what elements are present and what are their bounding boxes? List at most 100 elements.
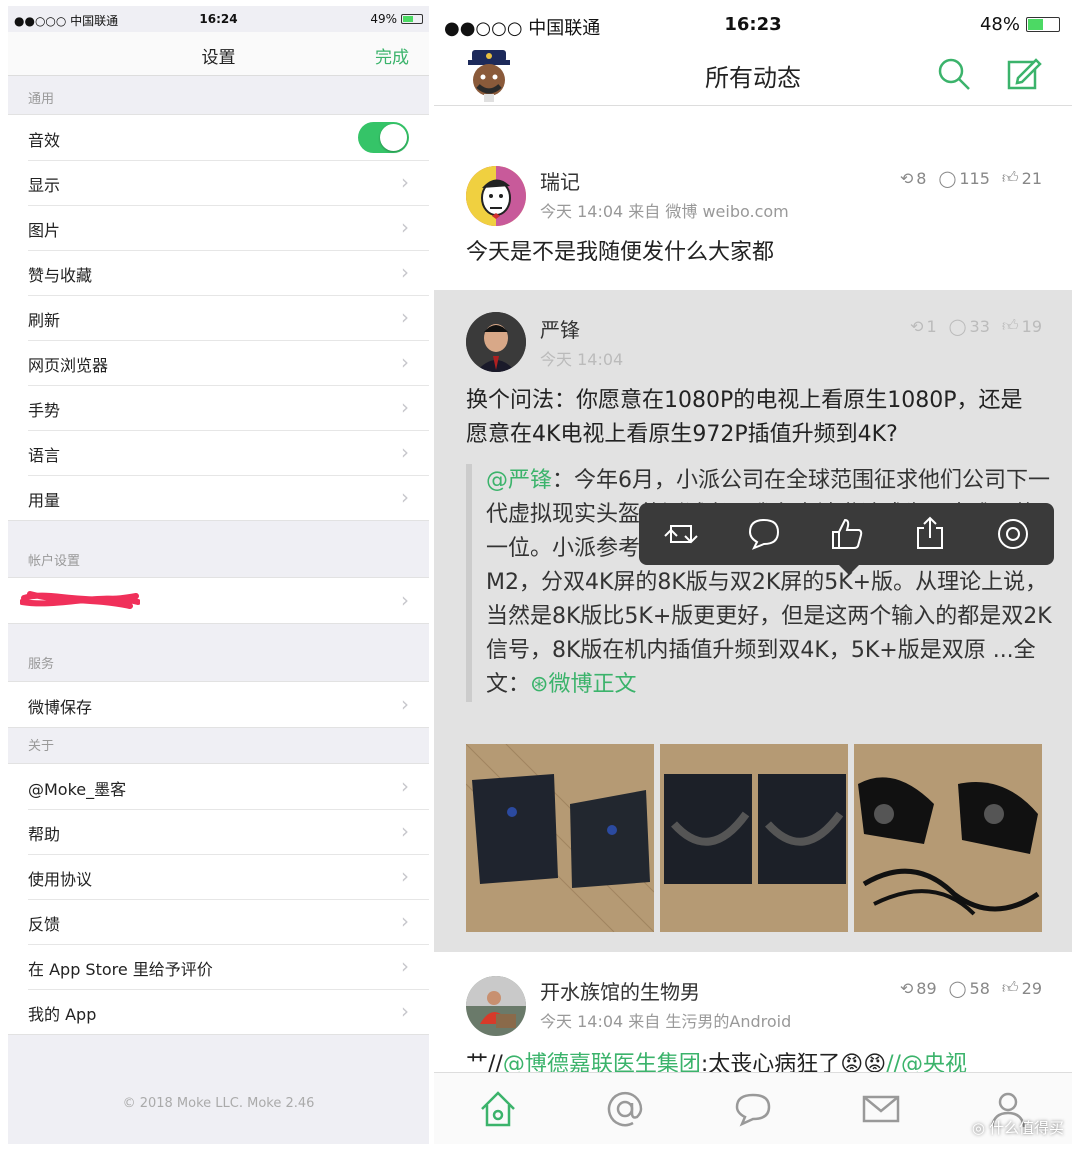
setting-moke-account[interactable]: @Moke_墨客 › <box>8 764 429 809</box>
setting-label: 帮助 <box>28 825 61 844</box>
post-image[interactable] <box>854 744 1042 932</box>
comment-icon: ◯ <box>938 168 957 188</box>
comment-icon: ◯ <box>948 316 967 336</box>
full-text-link[interactable]: 微博正文 <box>548 672 636 697</box>
sound-toggle[interactable] <box>358 122 409 153</box>
avatar[interactable] <box>466 166 526 226</box>
comment-count[interactable]: ◯ 58 <box>949 979 990 998</box>
avatar[interactable] <box>466 976 526 1036</box>
setting-images[interactable]: 图片 › <box>8 205 429 250</box>
post-meta: 今天 14:04 来自 生污男的Android <box>540 1012 792 1031</box>
post-image[interactable] <box>660 744 848 932</box>
setting-display[interactable]: 显示 › <box>8 160 429 205</box>
post-image[interactable] <box>466 744 654 932</box>
messages-icon[interactable] <box>861 1089 901 1129</box>
repost-icon: ⟲ <box>910 316 924 336</box>
like-count[interactable]: 👍︎ 21 <box>1002 168 1042 188</box>
about-group: @Moke_墨客 › 帮助 › 使用协议 › 反馈 › 在 App Store 里给予评… <box>8 763 429 1035</box>
battery-percent: 49% <box>370 12 397 26</box>
more-options-icon[interactable] <box>995 516 1031 552</box>
setting-label: @Moke_墨客 <box>28 780 127 799</box>
section-header-service: 服务 <box>28 657 55 672</box>
done-button[interactable]: 完成 <box>375 43 409 68</box>
timeline-screen: ●●○○○ 中国联通 16:23 48% 所有动态 瑞记 今天 14:04 来自… <box>434 6 1072 1144</box>
repost-icon: ⟲ <box>899 168 914 188</box>
setting-label: 刷新 <box>28 311 61 330</box>
chevron-right-icon: › <box>401 864 409 888</box>
chevron-right-icon: › <box>401 999 409 1023</box>
repost-count[interactable]: ⟲ 1 <box>910 317 937 336</box>
timeline-post-selected[interactable]: 严锋 今天 14:04 ⟲ 1 ◯ 33 👍︎ 19 换个问法：你愿意在1080P的电… <box>434 290 1072 952</box>
chevron-right-icon: › <box>401 485 409 509</box>
setting-weibo-save[interactable]: 微博保存 › <box>8 682 429 727</box>
repost-count[interactable]: ⟲ 89 <box>900 979 937 998</box>
mentions-icon[interactable] <box>605 1089 645 1129</box>
timeline-post[interactable]: 开水族馆的生物男 今天 14:04 来自 生污男的Android ⟲ 89 ◯ 58… <box>434 956 1072 1077</box>
comment-count[interactable]: ◯ 33 <box>949 317 990 336</box>
home-icon[interactable] <box>478 1089 518 1129</box>
setting-terms[interactable]: 使用协议 › <box>8 854 429 899</box>
account-row[interactable]: › <box>8 578 429 623</box>
setting-rate-app[interactable]: 在 App Store 里给予评价 › <box>8 944 429 989</box>
like-count[interactable]: 👍︎ 29 <box>1002 978 1042 998</box>
battery-indicator: 49% <box>370 12 423 26</box>
compose-icon[interactable] <box>1004 54 1044 94</box>
comment-count[interactable]: ◯ 115 <box>938 169 989 188</box>
post-username[interactable]: 瑞记 <box>540 166 580 195</box>
chevron-right-icon: › <box>401 260 409 284</box>
setting-sound[interactable]: 音效 <box>8 115 429 160</box>
setting-language[interactable]: 语言 › <box>8 430 429 475</box>
status-bar: ●●○○○ 中国联通 16:23 48% <box>434 6 1072 44</box>
quoted-post[interactable]: @严锋：今年6月，小派公司在全球范围征求他们公司下一代虚拟现实头盔的测试者，我有… <box>466 464 1052 702</box>
setting-help[interactable]: 帮助 › <box>8 809 429 854</box>
post-meta: 今天 14:04 <box>540 350 624 369</box>
mention-link[interactable]: @严锋 <box>486 468 552 493</box>
watermark: ◎ 什么值得买 <box>972 1117 1064 1138</box>
thumbs-up-icon[interactable] <box>829 516 865 552</box>
service-group: 微博保存 › <box>8 681 429 728</box>
chevron-right-icon: › <box>401 440 409 464</box>
setting-usage[interactable]: 用量 › <box>8 475 429 520</box>
avatar[interactable] <box>466 312 526 372</box>
setting-browser[interactable]: 网页浏览器 › <box>8 340 429 385</box>
post-username[interactable]: 严锋 <box>540 314 580 343</box>
chevron-right-icon: › <box>401 350 409 374</box>
chevron-right-icon: › <box>401 305 409 329</box>
setting-label: 使用协议 <box>28 870 93 889</box>
search-icon[interactable] <box>934 54 974 94</box>
repost-count[interactable]: ⟲ 8 <box>900 169 927 188</box>
setting-label: 语言 <box>28 446 61 465</box>
setting-label: 网页浏览器 <box>28 356 109 375</box>
post-counts: ⟲ 1 ◯ 33 👍︎ 19 <box>910 316 1042 336</box>
setting-feedback[interactable]: 反馈 › <box>8 899 429 944</box>
settings-navbar: 设置 完成 <box>8 32 429 76</box>
setting-likes-favs[interactable]: 赞与收藏 › <box>8 250 429 295</box>
chevron-right-icon: › <box>401 692 409 716</box>
comment-icon[interactable] <box>746 516 782 552</box>
section-header-account: 帐户设置 <box>28 554 81 569</box>
redacted-account-scribble <box>20 591 140 609</box>
setting-refresh[interactable]: 刷新 › <box>8 295 429 340</box>
chevron-right-icon: › <box>401 819 409 843</box>
setting-label: 赞与收藏 <box>28 266 93 285</box>
repost-icon[interactable] <box>663 516 699 552</box>
comments-icon[interactable] <box>733 1089 773 1129</box>
copyright-footer: © 2018 Moke LLC. Moke 2.46 <box>122 1096 315 1111</box>
post-username[interactable]: 开水族馆的生物男 <box>540 976 700 1005</box>
like-count[interactable]: 👍︎ 19 <box>1002 316 1042 336</box>
battery-icon <box>401 14 423 24</box>
setting-my-app[interactable]: 我的 App › <box>8 989 429 1034</box>
share-icon[interactable] <box>912 516 948 552</box>
setting-label: 在 App Store 里给予评价 <box>28 960 213 979</box>
comment-icon: ◯ <box>948 978 967 998</box>
account-group: › <box>8 577 429 624</box>
setting-label: 图片 <box>28 221 61 240</box>
timeline-post[interactable]: 瑞记 今天 14:04 来自 微博 weibo.com ⟲ 8 ◯ 115 👍︎ 21… <box>434 146 1072 296</box>
chevron-right-icon: › <box>401 215 409 239</box>
chevron-right-icon: › <box>401 909 409 933</box>
clock: 16:23 <box>724 14 782 35</box>
chevron-right-icon: › <box>401 954 409 978</box>
status-bar: ●●○○○ 中国联通 16:24 49% <box>8 6 429 32</box>
post-counts: ⟲ 89 ◯ 58 👍︎ 29 <box>900 978 1042 998</box>
setting-gestures[interactable]: 手势 › <box>8 385 429 430</box>
